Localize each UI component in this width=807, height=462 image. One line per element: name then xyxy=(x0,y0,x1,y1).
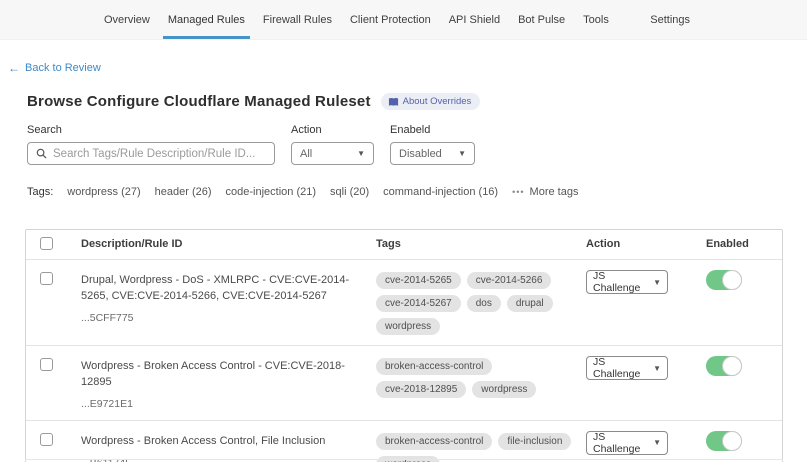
next-section-edge xyxy=(25,459,783,460)
tag-pill[interactable]: broken-access-control xyxy=(376,358,492,375)
action-select[interactable]: JS Challenge ▼ xyxy=(586,270,668,294)
toggle-knob xyxy=(722,356,742,376)
toggle-knob xyxy=(722,270,742,290)
about-overrides-label: About Overrides xyxy=(403,96,472,107)
toggle-knob xyxy=(722,431,742,451)
tag-filter-code-injection[interactable]: code-injection (21) xyxy=(226,186,317,198)
row-checkbox[interactable] xyxy=(40,433,53,446)
action-filter-label: Action xyxy=(291,124,374,136)
tag-pill[interactable]: drupal xyxy=(507,295,553,312)
search-label: Search xyxy=(27,124,275,136)
row-checkbox[interactable] xyxy=(40,358,53,371)
tag-filter-wordpress[interactable]: wordpress (27) xyxy=(67,186,140,198)
tag-filter-header[interactable]: header (26) xyxy=(155,186,212,198)
tab-tools[interactable]: Tools xyxy=(574,0,618,39)
enabled-filter-label: Enabeld xyxy=(390,124,475,136)
tag-pill[interactable]: file-inclusion xyxy=(498,433,571,450)
select-all-checkbox[interactable] xyxy=(40,237,53,250)
chevron-down-icon: ▼ xyxy=(357,149,365,158)
tab-api-shield[interactable]: API Shield xyxy=(440,0,509,39)
rule-description: Wordpress - Broken Access Control, File … xyxy=(81,434,362,450)
rule-tags: broken-access-control cve-2018-12895 wordp… xyxy=(376,358,580,398)
more-tags-label: More tags xyxy=(530,186,579,198)
tag-pill[interactable]: cve-2014-5267 xyxy=(376,295,461,312)
enabled-toggle[interactable] xyxy=(706,356,742,376)
book-icon xyxy=(388,97,399,107)
chevron-down-icon: ▼ xyxy=(458,149,466,158)
tab-overview[interactable]: Overview xyxy=(95,0,159,39)
back-link-label: Back to Review xyxy=(25,62,101,74)
ellipsis-icon: ••• xyxy=(512,187,524,197)
tag-pill[interactable]: dos xyxy=(467,295,501,312)
enabled-filter-value: Disabled xyxy=(399,148,442,160)
table-row: Wordpress - Broken Access Control, File … xyxy=(26,420,782,462)
action-filter-select[interactable]: All ▼ xyxy=(291,142,374,165)
top-nav: Overview Managed Rules Firewall Rules Cl… xyxy=(0,0,807,40)
enabled-toggle[interactable] xyxy=(706,270,742,290)
header-description: Description/Rule ID xyxy=(81,230,376,260)
tab-client-protection[interactable]: Client Protection xyxy=(341,0,440,39)
tag-pill[interactable]: wordpress xyxy=(472,381,536,398)
tab-settings[interactable]: Settings xyxy=(641,0,699,39)
rule-id: ...5CFF775 xyxy=(81,312,362,324)
header-tags: Tags xyxy=(376,230,586,260)
enabled-filter-select[interactable]: Disabled ▼ xyxy=(390,142,475,165)
rule-tags: cve-2014-5265 cve-2014-5266 cve-2014-5267 d… xyxy=(376,272,580,335)
action-value: JS Challenge xyxy=(593,270,653,294)
table-header-row: Description/Rule ID Tags Action Enabled xyxy=(26,230,782,259)
tag-pill[interactable]: cve-2014-5265 xyxy=(376,272,461,289)
action-select[interactable]: JS Challenge ▼ xyxy=(586,356,668,380)
chevron-down-icon: ▼ xyxy=(653,438,661,447)
back-arrow-icon: ← xyxy=(8,61,20,75)
chevron-down-icon: ▼ xyxy=(653,278,661,287)
title-row: Browse Configure Cloudflare Managed Rule… xyxy=(27,93,807,110)
table-row: Wordpress - Broken Access Control - CVE:… xyxy=(26,345,782,420)
tag-filter-sqli[interactable]: sqli (20) xyxy=(330,186,369,198)
page-title: Browse Configure Cloudflare Managed Rule… xyxy=(27,93,371,110)
chevron-down-icon: ▼ xyxy=(653,364,661,373)
tab-managed-rules[interactable]: Managed Rules xyxy=(159,0,254,39)
tags-bar: Tags: wordpress (27) header (26) code-in… xyxy=(27,186,807,198)
action-select[interactable]: JS Challenge ▼ xyxy=(586,431,668,455)
rule-tags: broken-access-controlfile-inclusionwordp… xyxy=(376,433,580,462)
search-input[interactable] xyxy=(53,148,266,160)
filters-bar: Search Action All ▼ Enabeld Disabled ▼ xyxy=(27,124,807,165)
more-tags-button[interactable]: ••• More tags xyxy=(512,186,578,198)
tag-pill[interactable]: cve-2018-12895 xyxy=(376,381,466,398)
action-value: JS Challenge xyxy=(593,356,653,380)
action-filter-value: All xyxy=(300,148,312,160)
rule-description: Drupal, Wordpress - DoS - XMLRPC - CVE:C… xyxy=(81,273,362,305)
header-enabled: Enabled xyxy=(698,230,782,250)
tab-firewall-rules[interactable]: Firewall Rules xyxy=(254,0,341,39)
search-icon xyxy=(36,148,47,159)
enabled-toggle[interactable] xyxy=(706,431,742,451)
table-row: Drupal, Wordpress - DoS - XMLRPC - CVE:C… xyxy=(26,259,782,345)
tag-pill[interactable]: cve-2014-5266 xyxy=(467,272,552,289)
row-checkbox[interactable] xyxy=(40,272,53,285)
rules-table: Description/Rule ID Tags Action Enabled … xyxy=(25,229,783,462)
rule-description: Wordpress - Broken Access Control - CVE:… xyxy=(81,359,362,391)
back-to-review-link[interactable]: ← Back to Review xyxy=(8,61,101,75)
tags-bar-label: Tags: xyxy=(27,186,53,198)
rule-id: ...E9721E1 xyxy=(81,398,362,410)
about-overrides-badge[interactable]: About Overrides xyxy=(381,93,481,110)
tag-filter-command-injection[interactable]: command-injection (16) xyxy=(383,186,498,198)
search-box[interactable] xyxy=(27,142,275,165)
tag-pill[interactable]: broken-access-control xyxy=(376,433,492,450)
tab-bot-pulse[interactable]: Bot Pulse xyxy=(509,0,574,39)
header-action: Action xyxy=(586,230,698,250)
tag-pill[interactable]: wordpress xyxy=(376,318,440,335)
action-value: JS Challenge xyxy=(593,431,653,455)
